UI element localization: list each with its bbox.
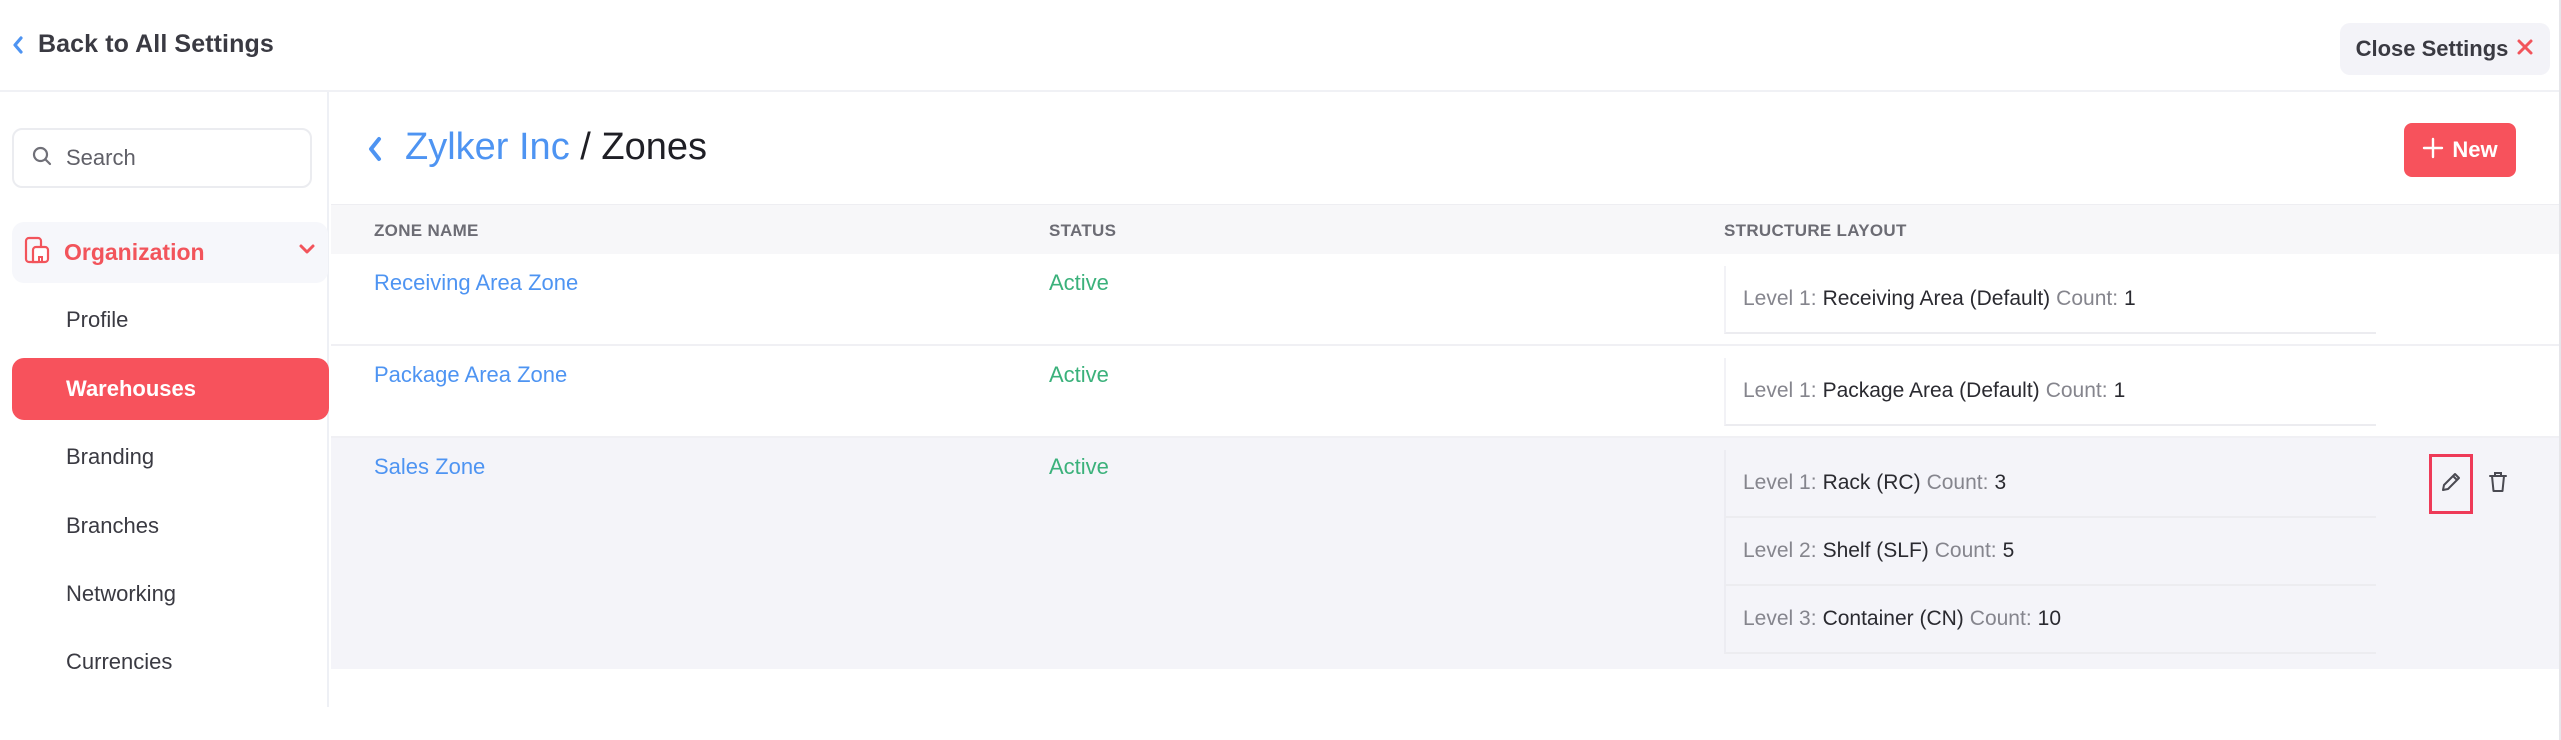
- search-input[interactable]: [66, 145, 286, 171]
- sidebar-item-branches[interactable]: Branches: [12, 495, 329, 557]
- settings-topbar: Back to All Settings Close Settings: [0, 0, 2561, 92]
- breadcrumb-parent-link[interactable]: Zylker Inc: [405, 126, 570, 168]
- page-header: Zylker Inc / Zones New: [331, 92, 2559, 204]
- zone-name-link[interactable]: Package Area Zone: [374, 362, 567, 388]
- status-badge: Active: [1049, 270, 1109, 295]
- column-header-structure-layout: STRUCTURE LAYOUT: [1724, 221, 1907, 240]
- count-value: 3: [1994, 471, 2007, 494]
- column-header-status: STATUS: [1049, 221, 1117, 240]
- trash-icon: [2488, 470, 2508, 499]
- level-label: Level 1:: [1743, 471, 1817, 494]
- table-header: ZONE NAME STATUS STRUCTURE LAYOUT: [331, 204, 2559, 254]
- level-label: Level 1:: [1743, 379, 1817, 402]
- structure-level: Level 1: Package Area (Default) Count: 1: [1724, 358, 2376, 426]
- table-row[interactable]: Receiving Area Zone Active Level 1: Rece…: [331, 254, 2559, 346]
- chevron-left-icon[interactable]: [367, 136, 383, 167]
- count-label: Count:: [2045, 379, 2108, 402]
- structure-level: Level 2: Shelf (SLF) Count: 5: [1724, 518, 2376, 586]
- count-value: 1: [2124, 287, 2136, 310]
- chevron-left-icon: [12, 34, 28, 56]
- sidebar-section-organization[interactable]: Organization: [12, 222, 328, 283]
- structure-level: Level 1: Rack (RC) Count: 3: [1724, 450, 2376, 518]
- structure-layout: Level 1: Rack (RC) Count: 3 Level 2: She…: [1724, 450, 2376, 654]
- level-name: Container (CN): [1822, 607, 1964, 630]
- count-label: Count:: [1926, 471, 1989, 494]
- new-zone-label: New: [2452, 137, 2498, 162]
- delete-button[interactable]: [2483, 464, 2513, 504]
- breadcrumb-separator: /: [569, 126, 602, 168]
- sidebar-section-organization-label: Organization: [64, 239, 205, 265]
- level-label: Level 3:: [1743, 607, 1817, 630]
- chevron-down-icon: [298, 242, 316, 260]
- status-badge: Active: [1049, 454, 1109, 479]
- back-to-all-settings-link[interactable]: Back to All Settings: [12, 30, 274, 59]
- structure-level: Level 3: Container (CN) Count: 10: [1724, 586, 2376, 654]
- sidebar-item-currencies[interactable]: Currencies: [12, 631, 329, 693]
- settings-sidebar: Organization Profile Warehouses Branding…: [0, 92, 329, 707]
- zone-name-link[interactable]: Receiving Area Zone: [374, 270, 578, 296]
- level-name: Package Area (Default): [1822, 379, 2040, 402]
- status-badge: Active: [1049, 362, 1109, 387]
- pencil-icon: [2440, 471, 2462, 498]
- close-settings-label: Close Settings: [2355, 36, 2509, 61]
- sidebar-search[interactable]: [12, 128, 312, 188]
- count-value: 10: [2037, 607, 2062, 630]
- structure-level: Level 1: Receiving Area (Default) Count:…: [1724, 266, 2376, 334]
- sidebar-item-branding[interactable]: Branding: [12, 426, 329, 488]
- table-row[interactable]: Sales Zone Active Level 1: Rack (RC) Cou…: [331, 438, 2559, 669]
- page-title-text: Zones: [601, 126, 708, 168]
- count-value: 1: [2113, 379, 2126, 402]
- table-row[interactable]: Package Area Zone Active Level 1: Packag…: [331, 346, 2559, 438]
- back-to-all-settings-label: Back to All Settings: [38, 30, 274, 58]
- plus-icon: [2422, 137, 2444, 164]
- count-label: Count:: [1969, 607, 2032, 630]
- level-name: Shelf (SLF): [1822, 539, 1929, 562]
- count-value: 5: [2002, 539, 2015, 562]
- organization-icon: [24, 236, 50, 269]
- search-icon: [32, 146, 52, 171]
- row-actions: [2429, 454, 2513, 514]
- close-settings-button[interactable]: Close Settings: [2340, 23, 2550, 75]
- structure-layout: Level 1: Receiving Area (Default) Count:…: [1724, 266, 2376, 334]
- close-icon: [2516, 37, 2534, 61]
- level-name: Rack (RC): [1822, 471, 1921, 494]
- count-label: Count:: [2056, 287, 2119, 310]
- sidebar-item-warehouses[interactable]: Warehouses: [12, 358, 329, 420]
- new-zone-button[interactable]: New: [2404, 123, 2516, 177]
- level-label: Level 2:: [1743, 539, 1817, 562]
- zone-name-link[interactable]: Sales Zone: [374, 454, 485, 480]
- level-label: Level 1:: [1743, 287, 1817, 310]
- page-title: Zylker Inc / Zones: [405, 126, 707, 169]
- structure-layout: Level 1: Package Area (Default) Count: 1: [1724, 358, 2376, 426]
- level-name: Receiving Area (Default): [1822, 287, 2051, 310]
- sidebar-item-networking[interactable]: Networking: [12, 563, 329, 625]
- main-content: Zylker Inc / Zones New ZONE NAME STATUS …: [331, 92, 2559, 707]
- count-label: Count:: [1934, 539, 1997, 562]
- sidebar-item-profile[interactable]: Profile: [12, 289, 329, 351]
- zones-table: ZONE NAME STATUS STRUCTURE LAYOUT Receiv…: [331, 204, 2559, 669]
- edit-button[interactable]: [2429, 454, 2473, 514]
- column-header-zone-name: ZONE NAME: [374, 221, 479, 240]
